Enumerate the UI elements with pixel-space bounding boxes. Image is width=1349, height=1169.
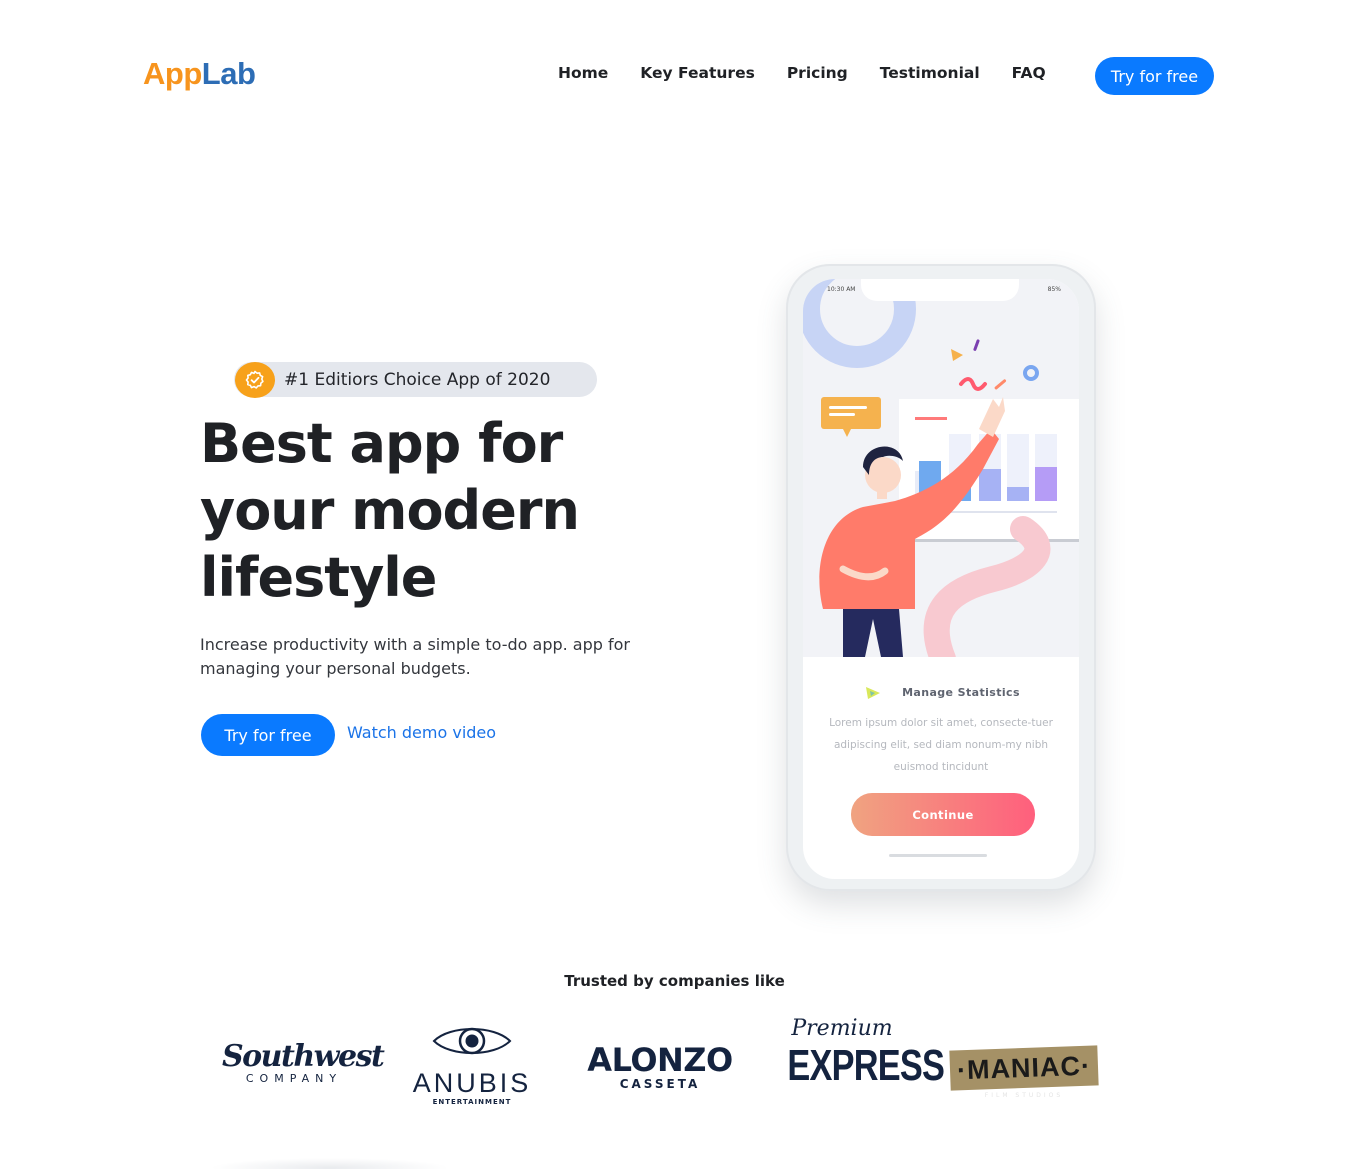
phone-notch: [861, 279, 1019, 301]
statistics-illustration: [803, 279, 1079, 672]
card-description: Lorem ipsum dolor sit amet, consecte-tue…: [829, 717, 1053, 773]
hero-title: Best app for your modern lifestyle: [200, 410, 720, 611]
logo-lab-text: Lab: [201, 56, 256, 91]
logo-app-text: App: [143, 56, 202, 91]
triangle-confetti-icon: [866, 687, 881, 699]
applab-logo[interactable]: App Lab: [143, 56, 256, 92]
nav-pricing[interactable]: Pricing: [787, 64, 848, 82]
editors-choice-badge: #1 Editiors Choice App of 2020: [234, 361, 597, 398]
card-title-text: Manage Statistics: [902, 685, 1020, 699]
southwest-name: Southwest: [222, 1039, 385, 1074]
hero-try-free-button[interactable]: Try for free: [201, 714, 335, 756]
eye-icon: [432, 1027, 512, 1055]
status-time: 10:30 AM: [827, 286, 856, 293]
main-nav: Home Key Features Pricing Testimonial FA…: [558, 64, 1046, 82]
brand-anubis-logo: ANUBIS ENTERTAINMENT: [408, 1022, 536, 1106]
nav-testimonial[interactable]: Testimonial: [880, 64, 980, 82]
home-indicator: [889, 854, 987, 857]
express-premium: Premium: [791, 1016, 893, 1041]
express-name: EXPRESS: [787, 1041, 945, 1090]
nav-faq[interactable]: FAQ: [1012, 64, 1046, 82]
badge-text: #1 Editiors Choice App of 2020: [284, 369, 551, 390]
brand-maniac-logo: ·MANIAC·: [949, 1045, 1099, 1091]
hero-title-line-3: lifestyle: [200, 546, 437, 609]
next-section-hint: [210, 1158, 450, 1169]
brand-express-logo: Premium EXPRESS: [772, 1014, 945, 1090]
brand-alonzo-logo: ALONZO CASSETA: [580, 1040, 740, 1091]
trusted-heading: Trusted by companies like: [564, 972, 785, 990]
alonzo-name: ALONZO: [587, 1041, 733, 1079]
verified-badge-icon: [235, 361, 275, 398]
hero-title-line-2: your modern: [200, 479, 580, 542]
nav-home[interactable]: Home: [558, 64, 608, 82]
brand-southwest-logo: Southwest COMPANY: [222, 1039, 385, 1086]
phone-screen: 10:30 AM 85% Manage Statistics Lorem ips…: [803, 279, 1079, 879]
status-battery: 85%: [1047, 286, 1061, 293]
phone-mockup: 10:30 AM 85% Manage Statistics Lorem ips…: [786, 264, 1096, 891]
anubis-sub: ENTERTAINMENT: [432, 1098, 512, 1106]
nav-try-free-button[interactable]: Try for free: [1095, 57, 1214, 95]
card-title: Manage Statistics: [803, 683, 1079, 701]
watch-demo-link[interactable]: Watch demo video: [347, 723, 496, 742]
maniac-name: ·MANIAC·: [956, 1050, 1092, 1085]
anubis-name: ANUBIS: [412, 1068, 532, 1098]
maniac-sub: FILM STUDIOS: [984, 1092, 1064, 1099]
nav-key-features[interactable]: Key Features: [640, 64, 755, 82]
hero-title-line-1: Best app for: [200, 412, 563, 475]
hero-description: Increase productivity with a simple to-d…: [200, 635, 630, 678]
continue-button[interactable]: Continue: [851, 793, 1035, 836]
